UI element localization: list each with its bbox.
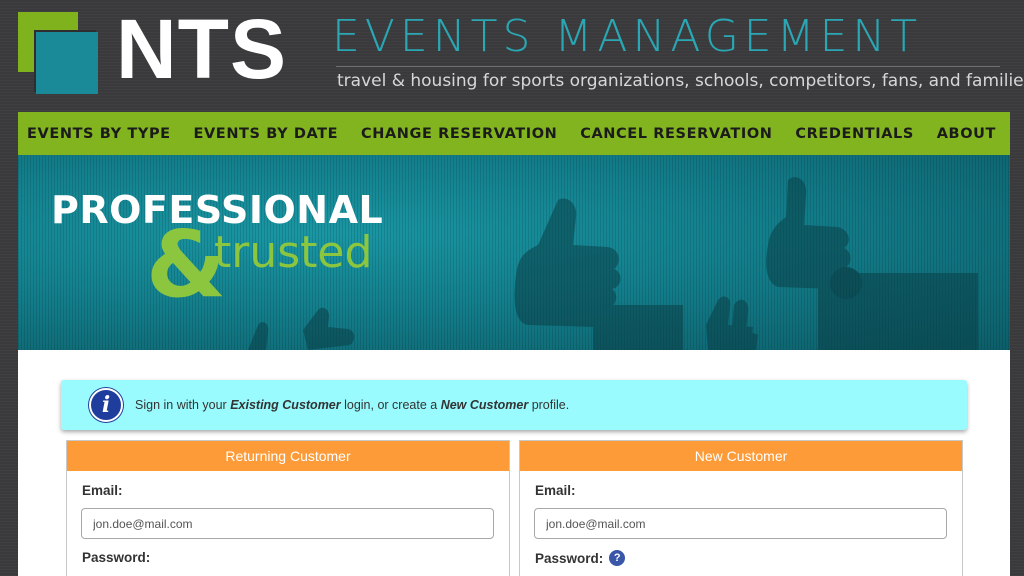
main-content: i Sign in with your Existing Customer lo… [18, 350, 1010, 576]
nav-cancel-reservation[interactable]: CANCEL RESERVATION [580, 126, 772, 142]
site-header: NTS EVENTS MANAGEMENT travel & housing f… [0, 0, 1024, 110]
info-message: Sign in with your Existing Customer logi… [135, 398, 569, 412]
new-customer-panel: New Customer Email: Password: ? [519, 440, 963, 576]
brand-divider [336, 66, 1000, 67]
info-prefix: Sign in with your [135, 398, 231, 412]
brand-title: EVENTS MANAGEMENT [332, 11, 923, 62]
brand-tagline: travel & housing for sports organization… [337, 71, 1024, 91]
returning-customer-panel: Returning Customer Email: Password: [66, 440, 510, 576]
new-email-input[interactable] [534, 508, 947, 539]
new-customer-title: New Customer [520, 441, 962, 471]
hero-subheadline: trusted [214, 227, 373, 278]
nav-about[interactable]: ABOUT [937, 126, 996, 142]
nav-change-reservation[interactable]: CHANGE RESERVATION [361, 126, 557, 142]
returning-password-label: Password: [82, 550, 151, 565]
returning-customer-title: Returning Customer [67, 441, 509, 471]
new-password-label-row: Password: ? [535, 550, 626, 566]
hero-banner: PROFESSIONAL & trusted [18, 155, 1010, 350]
logo-square-teal [36, 32, 98, 94]
logo-mark[interactable] [18, 12, 100, 94]
returning-email-input[interactable] [81, 508, 494, 539]
info-suffix: profile. [528, 398, 570, 412]
info-middle: login, or create a [340, 398, 441, 412]
info-existing: Existing Customer [230, 398, 341, 412]
logo-nts-text[interactable]: NTS [116, 4, 287, 94]
info-notice: i Sign in with your Existing Customer lo… [61, 380, 967, 430]
new-password-label: Password: [535, 550, 604, 566]
new-email-label: Email: [535, 483, 576, 498]
info-icon: i [89, 388, 123, 422]
returning-email-label: Email: [82, 483, 123, 498]
question-icon[interactable]: ? [609, 550, 626, 566]
info-new: New Customer [440, 398, 529, 412]
nav-credentials[interactable]: CREDENTIALS [795, 126, 914, 142]
main-nav: EVENTS BY TYPE EVENTS BY DATE CHANGE RES… [18, 112, 1010, 155]
nav-events-by-type[interactable]: EVENTS BY TYPE [27, 126, 171, 142]
nav-events-by-date[interactable]: EVENTS BY DATE [193, 126, 338, 142]
